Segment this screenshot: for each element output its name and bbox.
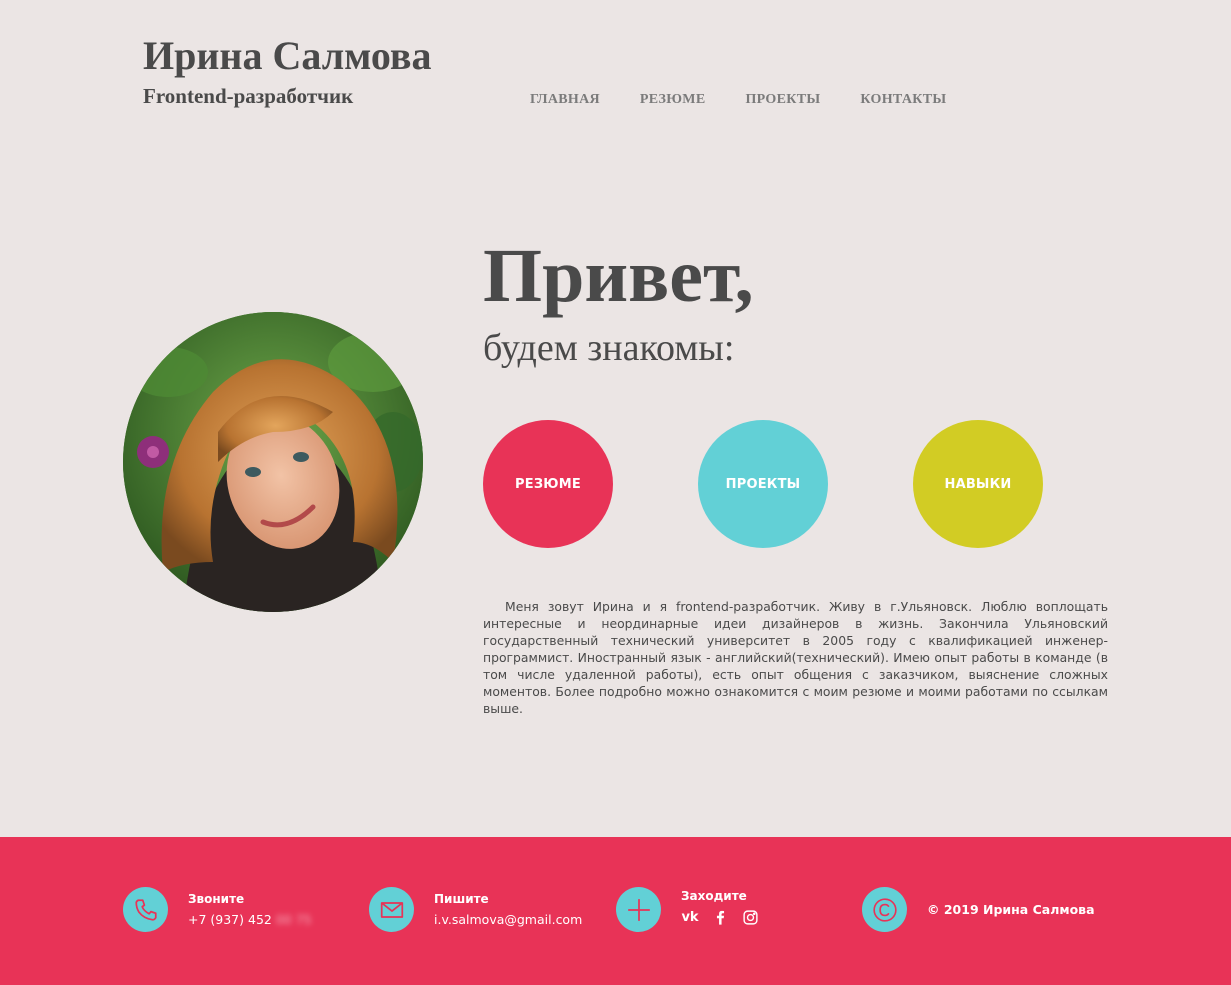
footer-copyright: © 2019 Ирина Салмова	[862, 887, 1095, 932]
call-label: Звоните	[188, 892, 245, 906]
skills-button[interactable]: НАВЫКИ	[913, 420, 1043, 548]
instagram-icon[interactable]	[741, 909, 759, 927]
write-label: Пишите	[434, 892, 489, 906]
resume-button[interactable]: РЕЗЮМЕ	[483, 420, 613, 548]
vk-icon[interactable]: vk	[681, 909, 699, 927]
footer-visit: Заходите vk	[616, 883, 759, 932]
nav-item-home[interactable]: ГЛАВНАЯ	[530, 92, 600, 108]
facebook-icon[interactable]	[711, 909, 729, 927]
greeting-subheading: будем знакомы:	[483, 327, 735, 369]
site-title: Ирина Салмова	[143, 33, 432, 78]
avatar-photo	[123, 312, 423, 612]
phone-number[interactable]: +7 (937) 452 00 75	[188, 912, 312, 927]
nav-item-contacts[interactable]: КОНТАКТЫ	[860, 92, 946, 108]
plus-icon	[616, 887, 661, 932]
greeting-heading: Привет,	[483, 234, 754, 318]
email-link[interactable]: i.v.salmova@gmail.com	[434, 912, 582, 927]
projects-button[interactable]: ПРОЕКТЫ	[698, 420, 828, 548]
footer: Звоните +7 (937) 452 00 75 Пишите i.v.sa…	[0, 837, 1231, 985]
mail-icon[interactable]	[369, 887, 414, 932]
main-nav: ГЛАВНАЯ РЕЗЮМЕ ПРОЕКТЫ КОНТАКТЫ	[530, 92, 946, 108]
copyright-text: © 2019 Ирина Салмова	[927, 902, 1095, 917]
about-text: Меня зовут Ирина и я frontend-разработчи…	[483, 599, 1108, 716]
copyright-icon	[862, 887, 907, 932]
footer-write: Пишите i.v.salmova@gmail.com	[369, 887, 582, 932]
phone-icon[interactable]	[123, 887, 168, 932]
nav-item-projects[interactable]: ПРОЕКТЫ	[745, 92, 820, 108]
footer-call: Звоните +7 (937) 452 00 75	[123, 887, 312, 932]
nav-item-resume[interactable]: РЕЗЮМЕ	[640, 92, 706, 108]
site-subtitle: Frontend-разработчик	[143, 84, 354, 108]
visit-label: Заходите	[681, 888, 747, 903]
